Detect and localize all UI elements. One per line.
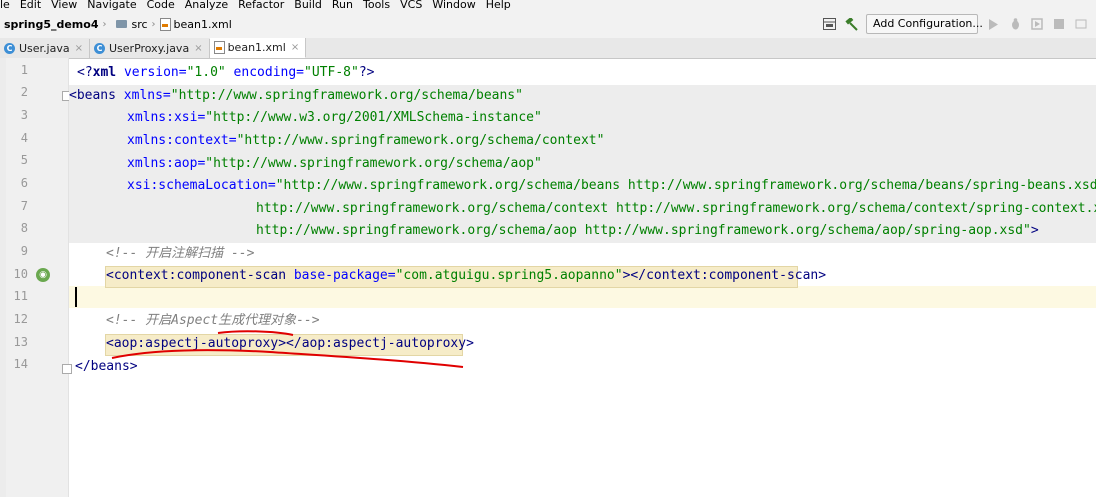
- annotation-underline-comment: [217, 330, 294, 336]
- annotation-underline-autoproxy: [111, 349, 464, 368]
- red-annotation-marks: [111, 330, 464, 368]
